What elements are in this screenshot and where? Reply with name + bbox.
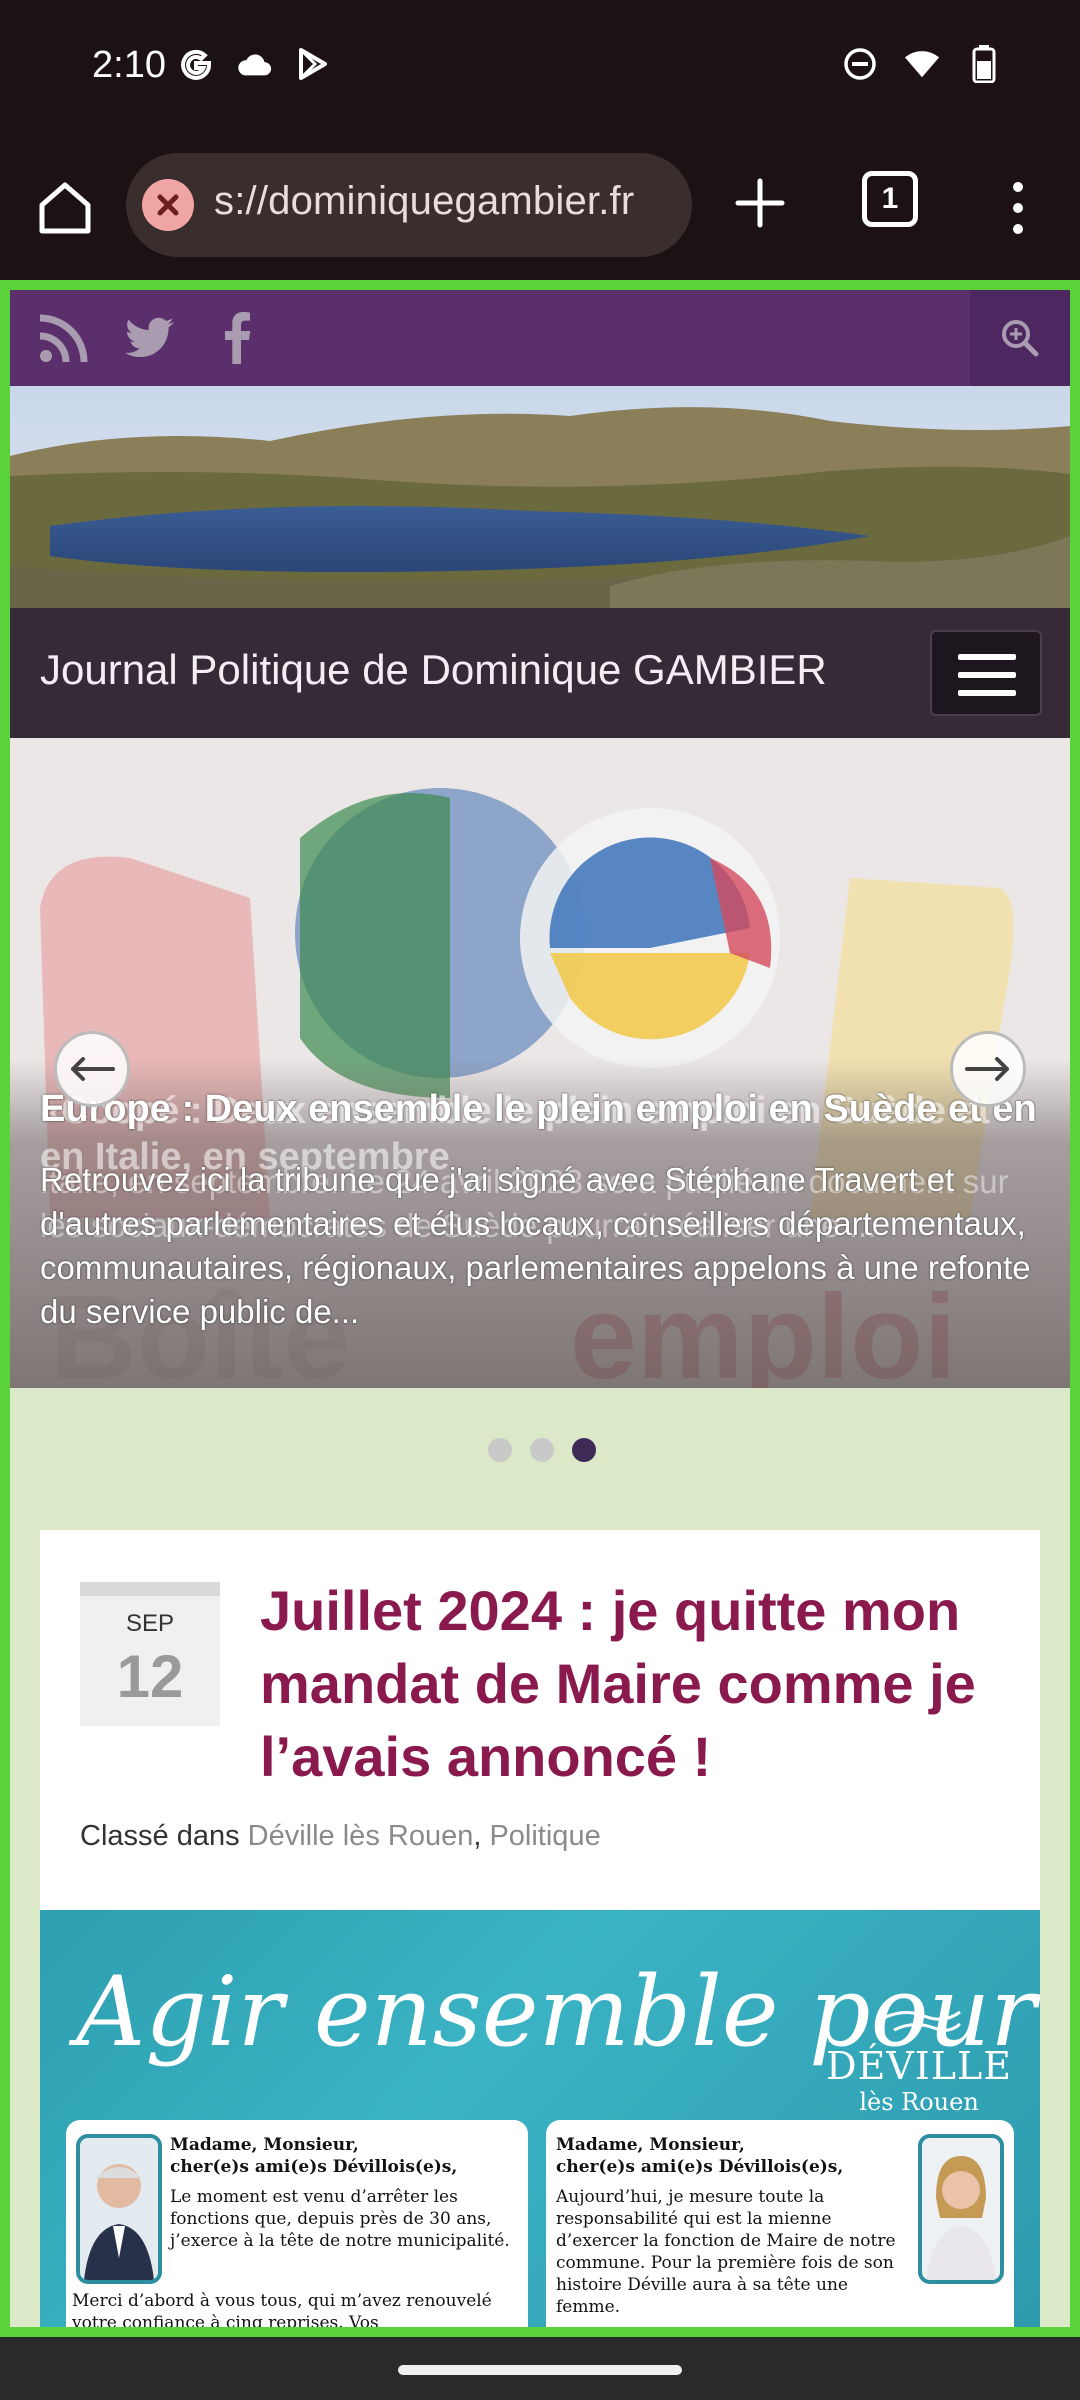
browser-toolbar: s://dominiquegambier.fr 1 xyxy=(0,135,1080,280)
post-date-day: 12 xyxy=(116,1643,184,1710)
post-date-badge: SEP 12 xyxy=(80,1582,220,1726)
play-store-icon xyxy=(294,46,330,82)
new-tab-icon[interactable] xyxy=(728,171,792,235)
web-content-frame: Journal Politique de Dominique GAMBIER B… xyxy=(0,280,1080,2337)
wifi-icon xyxy=(904,46,940,82)
site-title-bar: Journal Politique de Dominique GAMBIER xyxy=(10,608,1070,738)
letter-right-greeting-1: Madame, Monsieur, xyxy=(556,2135,745,2155)
slide-excerpt: Retrouvez ici la tribune que j'ai signé … xyxy=(40,1161,1031,1330)
web-page: Journal Politique de Dominique GAMBIER B… xyxy=(10,290,1070,2327)
article-card: SEP 12 Juillet 2024 : je quitte mon mand… xyxy=(40,1530,1040,2327)
slider-dot[interactable] xyxy=(530,1438,554,1462)
rss-icon[interactable] xyxy=(36,310,92,366)
twitter-icon[interactable] xyxy=(122,310,178,366)
arrow-right-icon xyxy=(965,1057,1009,1081)
site-info-icon[interactable] xyxy=(142,179,194,231)
dnd-icon xyxy=(842,46,878,82)
post-date-month: SEP xyxy=(125,1610,175,1637)
letter-right-greeting-2: cher(e)s ami(e)s Dévillois(e)s, xyxy=(556,2157,844,2177)
arrow-left-icon xyxy=(71,1057,115,1081)
url-text[interactable]: s://dominiquegambier.fr xyxy=(214,179,634,224)
search-zoom-button[interactable] xyxy=(970,290,1070,386)
zoom-search-icon xyxy=(1002,320,1039,357)
categories-label: Classé dans xyxy=(80,1820,248,1852)
letter-left-greeting-2: cher(e)s ami(e)s Dévillois(e)s, xyxy=(170,2157,458,2177)
article-title[interactable]: Juillet 2024 : je quitte mon mandat de M… xyxy=(260,1574,1020,1793)
portrait-man xyxy=(76,2134,162,2284)
category-link-deville[interactable]: Déville lès Rouen xyxy=(248,1820,474,1852)
social-bar xyxy=(10,290,1070,386)
letter-left-greeting-1: Madame, Monsieur, xyxy=(170,2135,359,2155)
letter-left: Madame, Monsieur, cher(e)s ami(e)s Dévil… xyxy=(66,2120,528,2327)
system-navigation-bar xyxy=(0,2337,1080,2400)
home-icon[interactable] xyxy=(32,175,98,241)
featured-slider[interactable]: Boîte emploi «Coopé : Deux ensemble le p… xyxy=(10,738,1070,1388)
slider-pagination xyxy=(488,1438,596,1462)
google-icon xyxy=(178,46,214,82)
url-bar[interactable]: s://dominiquegambier.fr xyxy=(126,153,692,257)
status-bar: 2:10 xyxy=(0,0,1080,135)
article-featured-image[interactable]: Agir ensemble pour DÉVILLE lès Rouen Mad… xyxy=(40,1910,1040,2327)
slide-title[interactable]: Europe : Deux ensemble le plein emploi e… xyxy=(40,1086,1040,1132)
hamburger-menu-icon[interactable] xyxy=(930,630,1042,716)
tab-switcher-button[interactable]: 1 xyxy=(862,171,918,227)
header-banner-image xyxy=(10,386,1070,608)
gesture-handle[interactable] xyxy=(398,2365,682,2375)
letter-left-body: Le moment est venu d’arrêter les fonctio… xyxy=(170,2187,510,2251)
wave-logo-icon xyxy=(883,2010,962,2032)
slider-dot[interactable] xyxy=(488,1438,512,1462)
cloud-icon xyxy=(236,46,272,82)
letter-right: Madame, Monsieur, cher(e)s ami(e)s Dévil… xyxy=(546,2120,1014,2327)
deville-brand-sub: lès Rouen xyxy=(859,2088,979,2116)
site-title[interactable]: Journal Politique de Dominique GAMBIER xyxy=(40,646,827,694)
category-separator: , xyxy=(473,1820,490,1852)
slider-next-button[interactable] xyxy=(950,1031,1026,1107)
slider-prev-button[interactable] xyxy=(54,1031,130,1107)
more-menu-icon[interactable] xyxy=(1000,175,1036,241)
status-time: 2:10 xyxy=(92,44,166,86)
letter-right-text: Madame, Monsieur, cher(e)s ami(e)s Dévil… xyxy=(556,2134,916,2318)
category-link-politique[interactable]: Politique xyxy=(489,1820,600,1852)
deville-logo: DÉVILLE lès Rouen xyxy=(826,2006,1012,2116)
slider-dot-active[interactable] xyxy=(572,1438,596,1462)
letter-left-body-2: Merci d’abord à vous tous, qui m’avez re… xyxy=(72,2291,492,2327)
deville-brand-name: DÉVILLE xyxy=(826,2044,1012,2088)
article-categories: Classé dans Déville lès Rouen, Politique xyxy=(80,1820,601,1853)
letter-left-text: Madame, Monsieur, cher(e)s ami(e)s Dévil… xyxy=(170,2134,520,2252)
letter-right-body: Aujourd’hui, je mesure toute la responsa… xyxy=(556,2187,896,2317)
facebook-icon[interactable] xyxy=(210,310,266,366)
battery-icon xyxy=(966,45,1002,83)
portrait-woman xyxy=(918,2134,1004,2284)
